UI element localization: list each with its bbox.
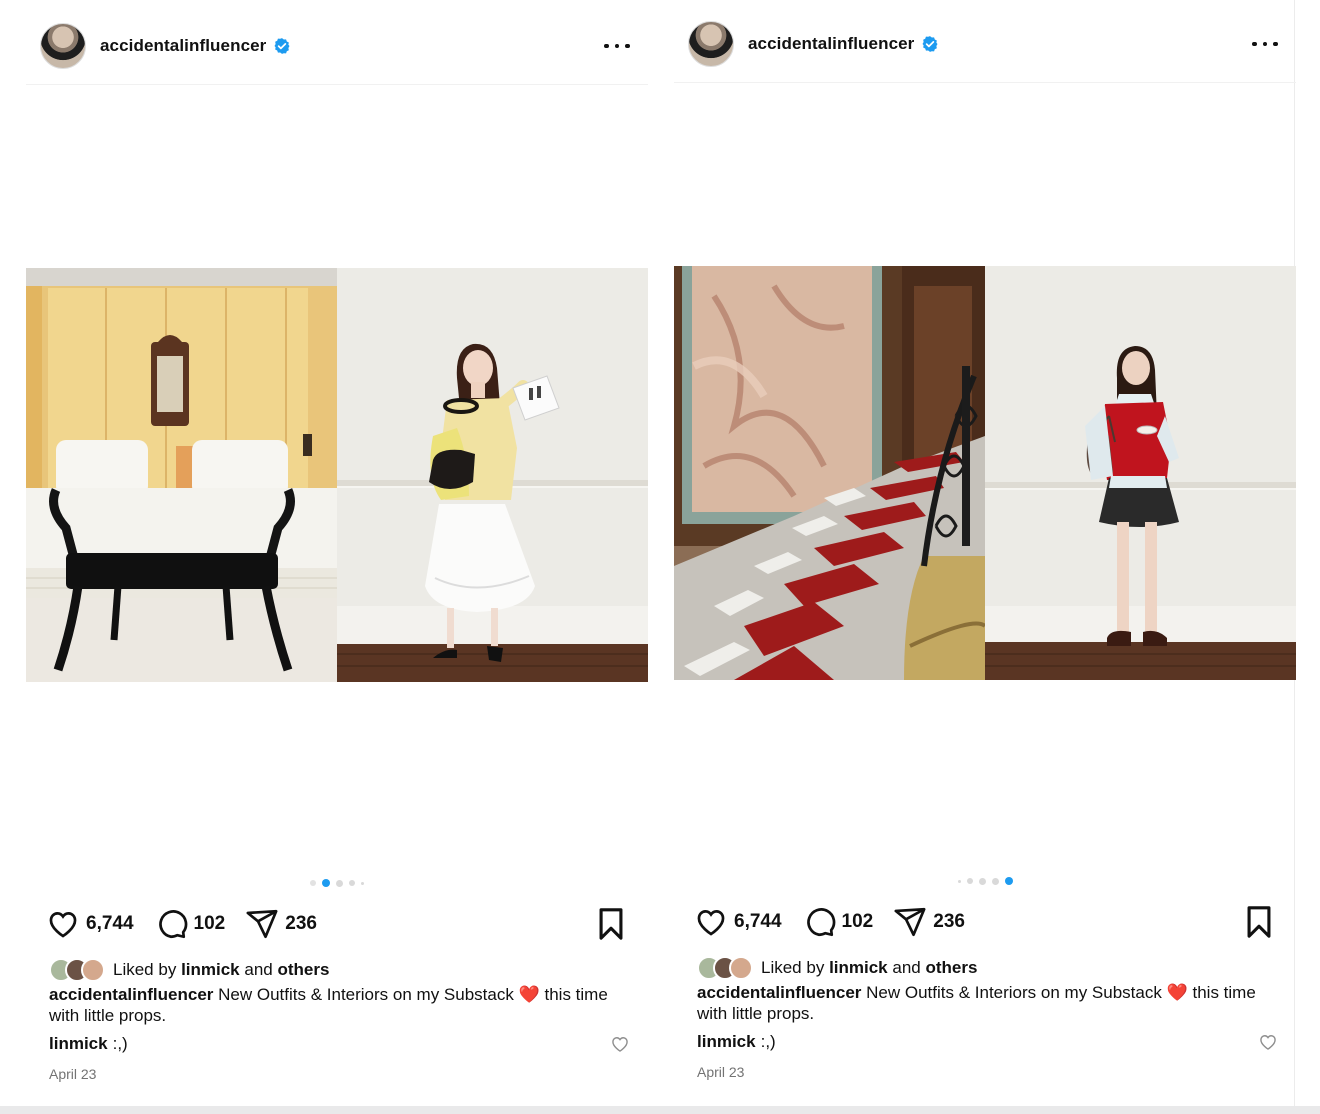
likes-count: 6,744 [734, 911, 782, 932]
comment-username[interactable]: linmick [697, 1032, 756, 1052]
carousel-image[interactable] [26, 268, 648, 682]
verified-badge-icon [922, 36, 938, 52]
liked-and: and [244, 960, 273, 979]
heart-icon [697, 910, 725, 936]
caption-username[interactable]: accidentalinfluencer [697, 983, 861, 1002]
comment-row: linmick :,) [49, 1034, 630, 1054]
post-card: accidentalinfluencer 6,744 102 236 Liked… [26, 0, 648, 1104]
caption-text: New Outfits & Interiors on my Substack [866, 983, 1162, 1002]
share-icon [246, 909, 278, 939]
share-icon [894, 907, 926, 937]
post-card: accidentalinfluencer 6,744 102 236 Liked… [674, 0, 1296, 1104]
heart-emoji: ❤️ [1166, 983, 1188, 1002]
liked-prefix: Liked by [761, 958, 825, 977]
heart-emoji: ❤️ [518, 985, 540, 1004]
post-date: April 23 [49, 1066, 97, 1082]
comment-like-icon[interactable] [610, 1034, 630, 1054]
username[interactable]: accidentalinfluencer [748, 34, 914, 54]
carousel-dot-active [1004, 877, 1013, 885]
photo-bedroom [26, 268, 337, 682]
post-header: accidentalinfluencer [674, 16, 1296, 72]
carousel-indicator [26, 879, 648, 887]
comments-count: 102 [841, 911, 874, 932]
comment-row: linmick :,) [697, 1032, 1278, 1052]
avatar[interactable] [40, 23, 86, 69]
caption-text: New Outfits & Interiors on my Substack [218, 985, 514, 1004]
carousel-dot [957, 879, 961, 883]
more-options-button[interactable] [1252, 33, 1278, 55]
comment-like-icon[interactable] [1258, 1032, 1278, 1052]
liker-avatars [49, 958, 105, 982]
username[interactable]: accidentalinfluencer [100, 36, 266, 56]
liker-avatars [697, 956, 753, 980]
liked-user-link[interactable]: linmick [181, 960, 240, 980]
liked-prefix: Liked by [113, 960, 177, 979]
shares-count: 236 [285, 913, 317, 934]
window-bottom-bar [0, 1106, 1320, 1114]
like-button[interactable]: 6,744 [46, 907, 134, 941]
carousel-dot [361, 881, 364, 885]
more-options-button[interactable] [604, 35, 630, 57]
liked-user-link[interactable]: linmick [829, 958, 888, 978]
carousel-dot [336, 879, 343, 887]
carousel-dot-active [322, 879, 330, 887]
caption-username[interactable]: accidentalinfluencer [49, 985, 213, 1004]
bookmark-icon[interactable] [1244, 905, 1274, 939]
comment-text: :,) [112, 1034, 128, 1053]
share-button[interactable]: 236 [893, 905, 965, 939]
liked-by: Liked by linmick and others [697, 956, 977, 980]
divider [674, 82, 1296, 83]
comment-icon [806, 908, 835, 937]
avatar [81, 958, 105, 982]
photo-woman-reading [337, 268, 648, 682]
carousel-dot [978, 877, 986, 885]
comment-username[interactable]: linmick [49, 1034, 108, 1054]
carousel-image[interactable] [674, 266, 1296, 680]
carousel-dot [310, 880, 316, 886]
comment-text: :,) [760, 1032, 776, 1051]
divider [26, 84, 648, 85]
comment-icon [158, 910, 187, 939]
carousel-dot [991, 877, 999, 885]
liked-and: and [892, 958, 921, 977]
post-header: accidentalinfluencer [26, 18, 648, 74]
photo-staircase [674, 266, 985, 680]
carousel-indicator [674, 877, 1296, 885]
caption: accidentalinfluencer New Outfits & Inter… [49, 984, 629, 1026]
comments-count: 102 [193, 913, 226, 934]
comment-button[interactable]: 102 [154, 907, 226, 941]
photo-woman-teacup [985, 266, 1296, 680]
caption: accidentalinfluencer New Outfits & Inter… [697, 982, 1277, 1024]
action-bar: 6,744 102 236 [46, 904, 628, 944]
bookmark-icon[interactable] [596, 907, 626, 941]
comment-button[interactable]: 102 [802, 905, 874, 939]
verified-badge-icon [274, 38, 290, 54]
liked-others-link[interactable]: others [278, 960, 330, 980]
shares-count: 236 [933, 911, 965, 932]
carousel-dot [349, 880, 355, 886]
heart-icon [49, 912, 77, 938]
action-bar: 6,744 102 236 [694, 902, 1276, 942]
post-date: April 23 [697, 1064, 745, 1080]
liked-by: Liked by linmick and others [49, 958, 329, 982]
avatar [729, 956, 753, 980]
avatar[interactable] [688, 21, 734, 67]
share-button[interactable]: 236 [245, 907, 317, 941]
carousel-dot [966, 878, 973, 884]
likes-count: 6,744 [86, 913, 134, 934]
like-button[interactable]: 6,744 [694, 905, 782, 939]
liked-others-link[interactable]: others [926, 958, 978, 978]
